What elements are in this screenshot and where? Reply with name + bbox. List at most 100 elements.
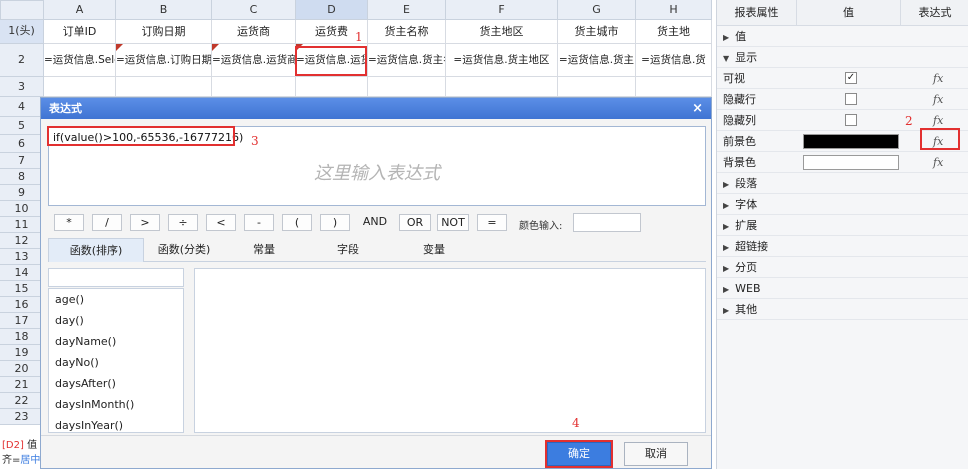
row-header-4[interactable]: 4 [0,97,44,117]
cell-f3[interactable] [446,77,558,97]
row-header-9[interactable]: 9 [0,185,44,201]
cell-c2[interactable]: =运货信息.运货商 [212,44,296,77]
tab-functions-category[interactable]: 函数(分类) [144,238,224,262]
section-extend[interactable]: ▶ 扩展 [717,215,968,236]
operator-or-button[interactable]: OR [399,214,431,231]
section-font[interactable]: ▶ 字体 [717,194,968,215]
close-icon[interactable]: × [692,98,703,119]
tab-variables[interactable]: 变量 [392,238,476,262]
row-header-5[interactable]: 5 [0,117,44,135]
operator-less-button[interactable]: < [206,214,236,231]
cell-a1[interactable]: 订单ID [44,20,116,44]
dialog-title-bar[interactable]: 表达式 × [41,98,711,119]
cell-b3[interactable] [116,77,212,97]
row-header-21[interactable]: 21 [0,377,44,393]
row-header-13[interactable]: 13 [0,249,44,265]
row-header-11[interactable]: 11 [0,217,44,233]
cell-a3[interactable] [44,77,116,97]
function-item[interactable]: age() [49,289,183,310]
row-header-17[interactable]: 17 [0,313,44,329]
operator-minus-button[interactable]: - [244,214,274,231]
row-header-20[interactable]: 20 [0,361,44,377]
function-item[interactable]: dayNo() [49,352,183,373]
cell-h1[interactable]: 货主地 [636,20,712,44]
operator-equal-button[interactable]: = [477,214,507,231]
column-header-d[interactable]: D [296,0,368,20]
function-search-input[interactable] [48,268,184,287]
row-header-8[interactable]: 8 [0,169,44,185]
section-other[interactable]: ▶ 其他 [717,299,968,320]
column-header-a[interactable]: A [44,0,116,20]
row-header-7[interactable]: 7 [0,153,44,169]
section-value[interactable]: ▶ 值 [717,26,968,47]
sheet-corner[interactable] [0,0,44,20]
tab-fields[interactable]: 字段 [304,238,392,262]
row-header-19[interactable]: 19 [0,345,44,361]
row-header-23[interactable]: 23 [0,409,44,425]
cell-f1[interactable]: 货主地区 [446,20,558,44]
cell-e3[interactable] [368,77,446,97]
cell-e1[interactable]: 货主名称 [368,20,446,44]
operator-not-button[interactable]: NOT [437,214,469,231]
section-paragraph[interactable]: ▶ 段落 [717,173,968,194]
cell-g3[interactable] [558,77,636,97]
section-paging[interactable]: ▶ 分页 [717,257,968,278]
tab-constants[interactable]: 常量 [224,238,304,262]
row-header-16[interactable]: 16 [0,297,44,313]
cancel-button[interactable]: 取消 [624,442,688,466]
column-header-b[interactable]: B [116,0,212,20]
cell-a2[interactable]: =运货信息.Sele [44,44,116,77]
fx-icon[interactable]: fx [933,89,943,110]
operator-greater-button[interactable]: > [130,214,160,231]
row-header-12[interactable]: 12 [0,233,44,249]
visible-checkbox[interactable]: ✓ [845,72,857,84]
section-web[interactable]: ▶ WEB [717,278,968,299]
operator-rparen-button[interactable]: ) [320,214,350,231]
row-header-6[interactable]: 6 [0,135,44,153]
column-header-e[interactable]: E [368,0,446,20]
fx-icon[interactable]: fx [933,152,943,173]
row-header-18[interactable]: 18 [0,329,44,345]
section-display[interactable]: ▼ 显示 [717,47,968,68]
column-header-f[interactable]: F [446,0,558,20]
fx-icon[interactable]: fx [933,68,943,89]
function-item[interactable]: daysAfter() [49,373,183,394]
color-input[interactable] [573,213,641,232]
cell-c3[interactable] [212,77,296,97]
cell-b1[interactable]: 订购日期 [116,20,212,44]
row-header-14[interactable]: 14 [0,265,44,281]
operator-divide-button[interactable]: ÷ [168,214,198,231]
operator-and-button[interactable]: AND [359,214,391,231]
function-item[interactable]: day() [49,310,183,331]
operator-lparen-button[interactable]: ( [282,214,312,231]
tab-functions-sorted[interactable]: 函数(排序) [48,238,144,262]
hide-column-checkbox[interactable] [845,114,857,126]
cell-g1[interactable]: 货主城市 [558,20,636,44]
column-header-g[interactable]: G [558,0,636,20]
cell-h3[interactable] [636,77,712,97]
hide-row-checkbox[interactable] [845,93,857,105]
row-header-22[interactable]: 22 [0,393,44,409]
cell-c1[interactable]: 运货商 [212,20,296,44]
foreground-color-swatch[interactable] [803,134,899,149]
function-item[interactable]: daysInMonth() [49,394,183,415]
operator-multiply-button[interactable]: * [54,214,84,231]
function-item[interactable]: dayName() [49,331,183,352]
cell-e2[interactable]: =运货信息.货主名 [368,44,446,77]
column-header-c[interactable]: C [212,0,296,20]
section-hyperlink[interactable]: ▶ 超链接 [717,236,968,257]
cell-d3[interactable] [296,77,368,97]
operator-divide-slash-button[interactable]: / [92,214,122,231]
column-header-h[interactable]: H [636,0,712,20]
cell-h2[interactable]: =运货信息.货 [636,44,712,77]
row-header-3[interactable]: 3 [0,77,44,97]
row-header-1[interactable]: 1(头) [0,20,44,44]
cell-b2[interactable]: =运货信息.订购日期 [116,44,212,77]
cell-f2[interactable]: =运货信息.货主地区 [446,44,558,77]
row-header-10[interactable]: 10 [0,201,44,217]
cell-g2[interactable]: =运货信息.货主 [558,44,636,77]
function-item[interactable]: daysInYear() [49,415,183,432]
background-color-swatch[interactable] [803,155,899,170]
row-header-15[interactable]: 15 [0,281,44,297]
row-header-2[interactable]: 2 [0,44,44,77]
